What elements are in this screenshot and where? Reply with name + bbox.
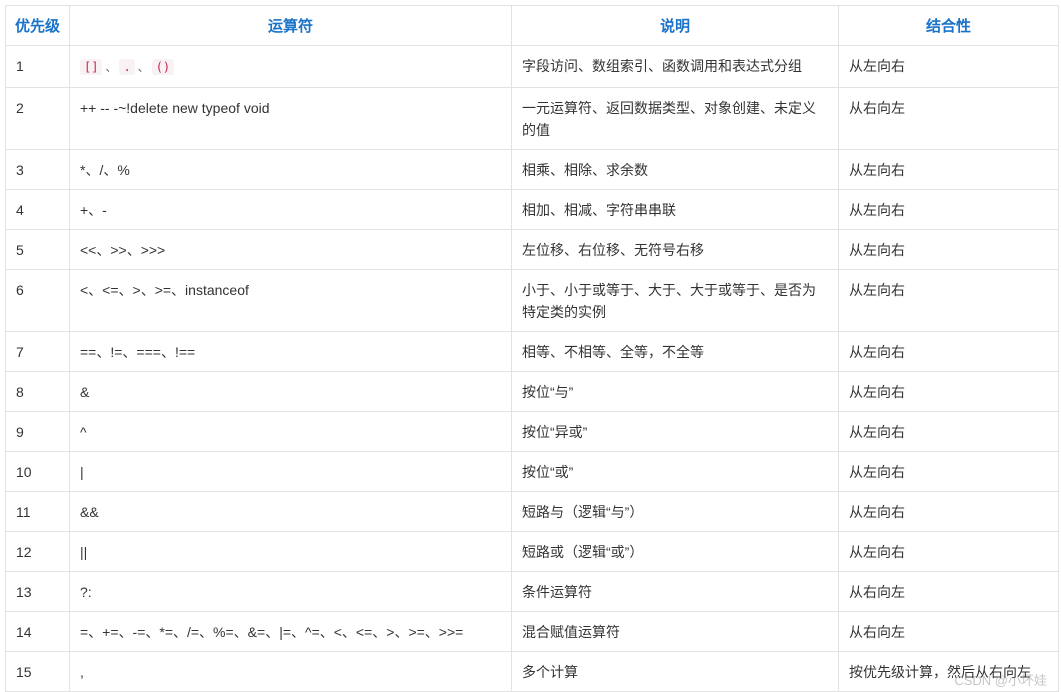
- cell-associativity: 从左向右: [838, 189, 1059, 230]
- cell-description: 相加、相减、字符串串联: [511, 189, 839, 230]
- cell-operator: ?:: [69, 571, 512, 612]
- code-token: (): [151, 59, 175, 75]
- cell-operator: ++ -- -~!delete new typeof void: [69, 87, 512, 150]
- table-row: 3 *、/、% 相乘、相除、求余数 从左向右: [5, 149, 1059, 190]
- cell-priority: 8: [5, 371, 70, 412]
- table-row: 7 ==、!=、===、!== 相等、不相等、全等，不全等 从左向右: [5, 331, 1059, 372]
- cell-description: 短路与（逻辑“与”）: [511, 491, 839, 532]
- cell-operator: *、/、%: [69, 149, 512, 190]
- cell-associativity: 从左向右: [838, 531, 1059, 572]
- cell-description: 相乘、相除、求余数: [511, 149, 839, 190]
- cell-priority: 4: [5, 189, 70, 230]
- table-row: 12 || 短路或（逻辑“或”） 从左向右: [5, 531, 1059, 572]
- cell-priority: 13: [5, 571, 70, 612]
- cell-operator: <、<=、>、>=、instanceof: [69, 269, 512, 332]
- cell-priority: 10: [5, 451, 70, 492]
- cell-description: 混合赋值运算符: [511, 611, 839, 652]
- cell-associativity: 从右向左: [838, 571, 1059, 612]
- cell-operator: []、.、(): [69, 45, 512, 88]
- cell-description: 一元运算符、返回数据类型、对象创建、未定义的值: [511, 87, 839, 150]
- cell-description: 字段访问、数组索引、函数调用和表达式分组: [511, 45, 839, 88]
- cell-associativity: 从左向右: [838, 269, 1059, 332]
- cell-priority: 1: [5, 45, 70, 88]
- cell-operator: +、-: [69, 189, 512, 230]
- cell-description: 短路或（逻辑“或”）: [511, 531, 839, 572]
- cell-associativity: 从左向右: [838, 45, 1059, 88]
- table-row: 14 =、+=、-=、*=、/=、%=、&=、|=、^=、<、<=、>、>=、>…: [5, 611, 1059, 652]
- cell-description: 小于、小于或等于、大于、大于或等于、是否为特定类的实例: [511, 269, 839, 332]
- cell-operator: ||: [69, 531, 512, 572]
- table-row: 11 && 短路与（逻辑“与”） 从左向右: [5, 491, 1059, 532]
- cell-associativity: 从左向右: [838, 411, 1059, 452]
- cell-operator: ,: [69, 651, 512, 692]
- cell-associativity: 从右向左: [838, 611, 1059, 652]
- cell-description: 多个计算: [511, 651, 839, 692]
- table-row: 13 ?: 条件运算符 从右向左: [5, 571, 1059, 612]
- cell-priority: 5: [5, 229, 70, 270]
- cell-operator: =、+=、-=、*=、/=、%=、&=、|=、^=、<、<=、>、>=、>>=: [69, 611, 512, 652]
- cell-priority: 14: [5, 611, 70, 652]
- cell-priority: 3: [5, 149, 70, 190]
- header-priority: 优先级: [5, 5, 70, 46]
- header-operator: 运算符: [69, 5, 512, 46]
- cell-priority: 12: [5, 531, 70, 572]
- header-description: 说明: [511, 5, 839, 46]
- cell-associativity: 从左向右: [838, 149, 1059, 190]
- cell-description: 按位“异或”: [511, 411, 839, 452]
- cell-priority: 7: [5, 331, 70, 372]
- cell-operator: ^: [69, 411, 512, 452]
- cell-associativity: 从左向右: [838, 491, 1059, 532]
- separator: 、: [105, 62, 117, 74]
- header-associativity: 结合性: [838, 5, 1059, 46]
- cell-associativity: 按优先级计算，然后从右向左: [838, 651, 1059, 692]
- cell-associativity: 从左向右: [838, 451, 1059, 492]
- cell-description: 条件运算符: [511, 571, 839, 612]
- cell-operator: &: [69, 371, 512, 412]
- table-row: 10 | 按位“或” 从左向右: [5, 451, 1059, 492]
- table-row: 1 []、.、() 字段访问、数组索引、函数调用和表达式分组 从左向右: [5, 45, 1059, 88]
- code-token: []: [80, 59, 103, 75]
- cell-priority: 11: [5, 491, 70, 532]
- cell-operator: |: [69, 451, 512, 492]
- table-row: 15 , 多个计算 按优先级计算，然后从右向左: [5, 651, 1059, 692]
- cell-associativity: 从左向右: [838, 229, 1059, 270]
- table-row: 8 & 按位“与” 从左向右: [5, 371, 1059, 412]
- table-header-row: 优先级 运算符 说明 结合性: [5, 5, 1059, 46]
- cell-operator: &&: [69, 491, 512, 532]
- cell-operator: <<、>>、>>>: [69, 229, 512, 270]
- cell-operator: ==、!=、===、!==: [69, 331, 512, 372]
- table-row: 5 <<、>>、>>> 左位移、右位移、无符号右移 从左向右: [5, 229, 1059, 270]
- cell-priority: 9: [5, 411, 70, 452]
- separator: 、: [137, 62, 149, 74]
- cell-associativity: 从右向左: [838, 87, 1059, 150]
- cell-description: 按位“与”: [511, 371, 839, 412]
- cell-priority: 15: [5, 651, 70, 692]
- table-row: 6 <、<=、>、>=、instanceof 小于、小于或等于、大于、大于或等于…: [5, 269, 1059, 332]
- table-row: 9 ^ 按位“异或” 从左向右: [5, 411, 1059, 452]
- cell-priority: 2: [5, 87, 70, 150]
- cell-associativity: 从左向右: [838, 331, 1059, 372]
- cell-description: 按位“或”: [511, 451, 839, 492]
- cell-priority: 6: [5, 269, 70, 332]
- cell-associativity: 从左向右: [838, 371, 1059, 412]
- table-row: 4 +、- 相加、相减、字符串串联 从左向右: [5, 189, 1059, 230]
- cell-description: 左位移、右位移、无符号右移: [511, 229, 839, 270]
- cell-description: 相等、不相等、全等，不全等: [511, 331, 839, 372]
- code-token: .: [119, 59, 135, 75]
- operator-precedence-table: 优先级 运算符 说明 结合性 1 []、.、() 字段访问、数组索引、函数调用和…: [5, 5, 1059, 692]
- table-row: 2 ++ -- -~!delete new typeof void 一元运算符、…: [5, 87, 1059, 150]
